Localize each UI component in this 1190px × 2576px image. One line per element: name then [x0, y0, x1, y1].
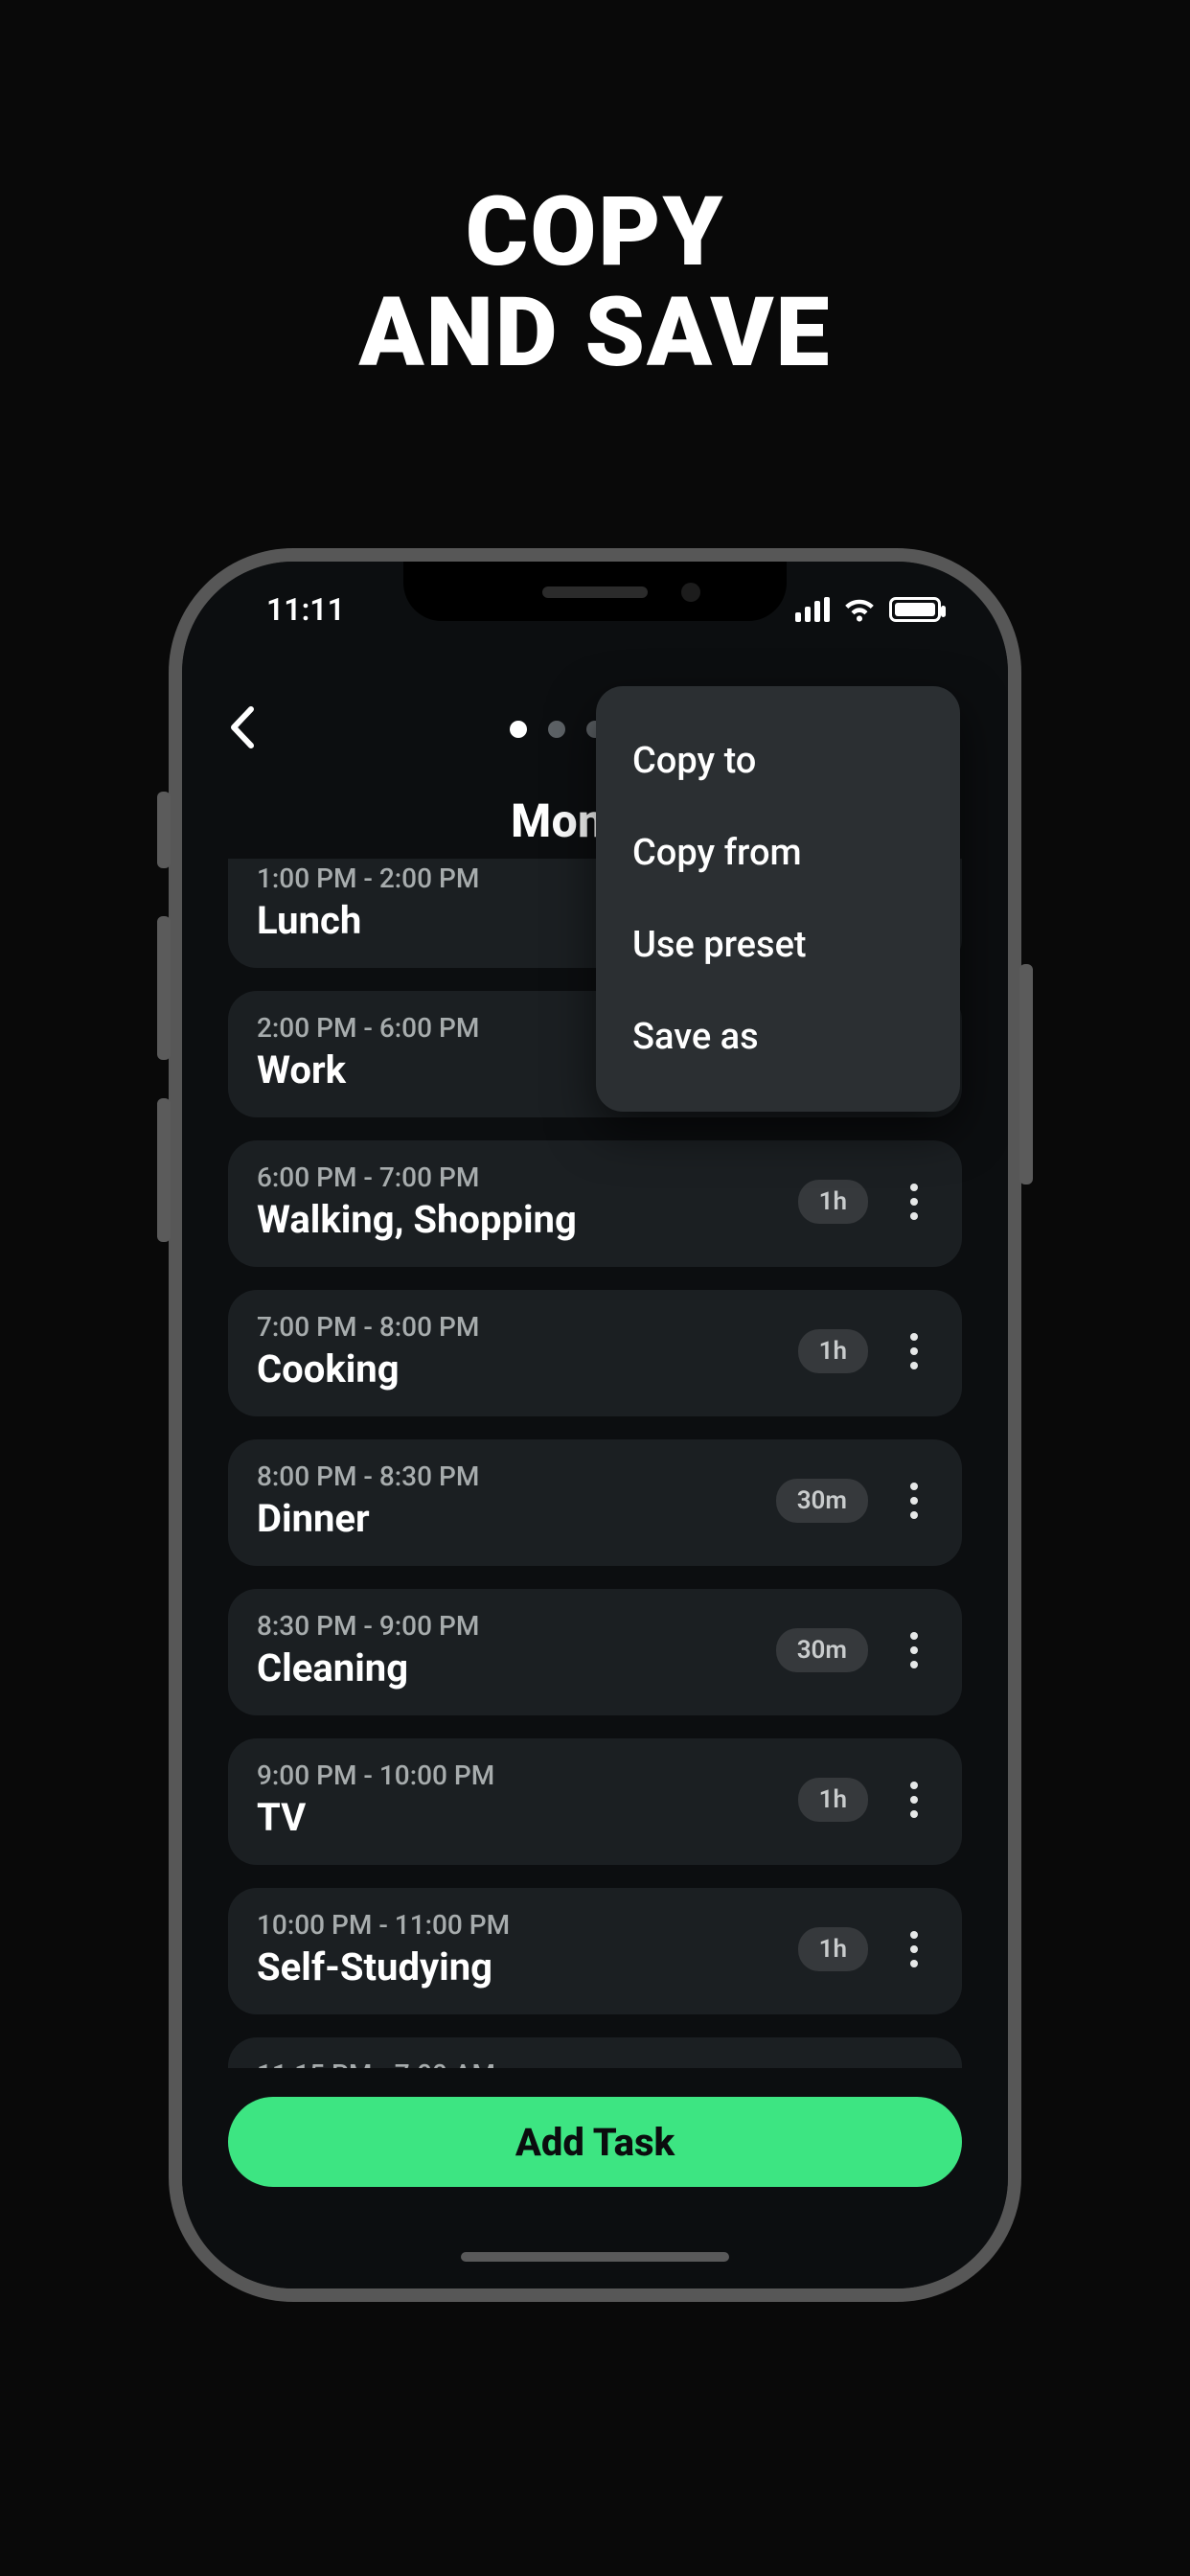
duration-badge: 30m — [776, 1628, 868, 1672]
menu-item[interactable]: Save as — [632, 991, 924, 1083]
duration-badge: 1h — [798, 1180, 868, 1224]
power-button — [1019, 964, 1033, 1184]
task-title: TV — [257, 1795, 798, 1840]
mute-switch — [157, 792, 171, 868]
duration-badge: 1h — [798, 1927, 868, 1971]
task-row[interactable]: 9:00 PM - 10:00 PM TV1h — [228, 1738, 962, 1865]
task-title: Cleaning — [257, 1645, 776, 1690]
task-row[interactable]: 11:15 PM - 7:00 AMSleep7h 45m — [228, 2037, 962, 2068]
kebab-icon — [910, 1632, 918, 1668]
task-time: 8:00 PM - 8:30 PM — [257, 1460, 776, 1492]
task-row[interactable]: 8:30 PM - 9:00 PMCleaning30m — [228, 1589, 962, 1715]
task-info: 6:00 PM - 7:00 PM Walking, Shopping — [257, 1162, 798, 1242]
task-title: Dinner — [257, 1496, 776, 1541]
task-row[interactable]: 10:00 PM - 11:00 PMSelf-Studying1h — [228, 1888, 962, 2014]
duration-badge: 30m — [776, 1479, 868, 1523]
task-options-button[interactable] — [895, 1782, 933, 1818]
task-title: Cooking — [257, 1346, 798, 1392]
task-row[interactable]: 7:00 PM - 8:00 PMCooking1h — [228, 1290, 962, 1416]
duration-badge: 1h — [798, 1778, 868, 1822]
task-title: Self-Studying — [257, 1944, 798, 1990]
promo-line-1: COPY — [466, 176, 725, 288]
kebab-icon — [910, 1483, 918, 1519]
menu-item[interactable]: Use preset — [632, 899, 924, 991]
task-options-button[interactable] — [895, 1333, 933, 1369]
promo-line-2: AND SAVE — [359, 277, 832, 389]
task-info: 8:00 PM - 8:30 PM Dinner — [257, 1460, 776, 1541]
task-time: 8:30 PM - 9:00 PM — [257, 1610, 776, 1642]
menu-item[interactable]: Copy to — [632, 715, 924, 807]
kebab-icon — [910, 1184, 918, 1220]
task-options-button[interactable] — [895, 1184, 933, 1220]
home-indicator[interactable] — [461, 2252, 729, 2262]
context-menu: Copy toCopy fromUse presetSave as — [596, 686, 960, 1112]
volume-down-button — [157, 1098, 171, 1242]
menu-item[interactable]: Copy from — [632, 807, 924, 899]
task-time: 7:00 PM - 8:00 PM — [257, 1311, 798, 1343]
kebab-icon — [910, 1931, 918, 1967]
wifi-icon — [843, 597, 876, 622]
task-time: 9:00 PM - 10:00 PM — [257, 1760, 798, 1791]
task-options-button[interactable] — [895, 1632, 933, 1668]
task-info: 8:30 PM - 9:00 PMCleaning — [257, 1610, 776, 1690]
status-time: 11:11 — [266, 591, 345, 628]
promo-title: COPY AND SAVE — [0, 182, 1190, 383]
task-info: 11:15 PM - 7:00 AMSleep — [257, 2058, 742, 2068]
kebab-icon — [910, 1333, 918, 1369]
battery-icon — [889, 597, 941, 622]
task-info: 10:00 PM - 11:00 PMSelf-Studying — [257, 1909, 798, 1990]
notch — [403, 562, 787, 621]
phone-screen: 11:11 Monday 1:00 PM - 2:00 PMLunch2:00 … — [182, 562, 1008, 2288]
phone-frame: 11:11 Monday 1:00 PM - 2:00 PMLunch2:00 … — [169, 548, 1021, 2302]
kebab-icon — [910, 1782, 918, 1818]
task-options-button[interactable] — [895, 1483, 933, 1519]
cellular-signal-icon — [795, 597, 830, 622]
front-camera — [681, 583, 700, 602]
speaker-grille — [542, 586, 648, 598]
task-info: 7:00 PM - 8:00 PMCooking — [257, 1311, 798, 1392]
task-options-button[interactable] — [895, 1931, 933, 1967]
duration-badge: 1h — [798, 1329, 868, 1373]
pager-dot[interactable] — [510, 721, 527, 738]
pager-dot[interactable] — [548, 721, 565, 738]
task-time: 6:00 PM - 7:00 PM — [257, 1162, 798, 1193]
add-task-button[interactable]: Add Task — [228, 2097, 962, 2187]
task-row[interactable]: 6:00 PM - 7:00 PM Walking, Shopping1h — [228, 1140, 962, 1267]
task-row[interactable]: 8:00 PM - 8:30 PM Dinner30m — [228, 1439, 962, 1566]
add-task-label: Add Task — [515, 2120, 675, 2165]
task-info: 9:00 PM - 10:00 PM TV — [257, 1760, 798, 1840]
task-time: 11:15 PM - 7:00 AM — [257, 2058, 742, 2068]
back-button[interactable] — [228, 705, 255, 749]
task-time: 10:00 PM - 11:00 PM — [257, 1909, 798, 1941]
status-right — [795, 597, 941, 622]
volume-up-button — [157, 916, 171, 1060]
task-title: Walking, Shopping — [257, 1197, 798, 1242]
